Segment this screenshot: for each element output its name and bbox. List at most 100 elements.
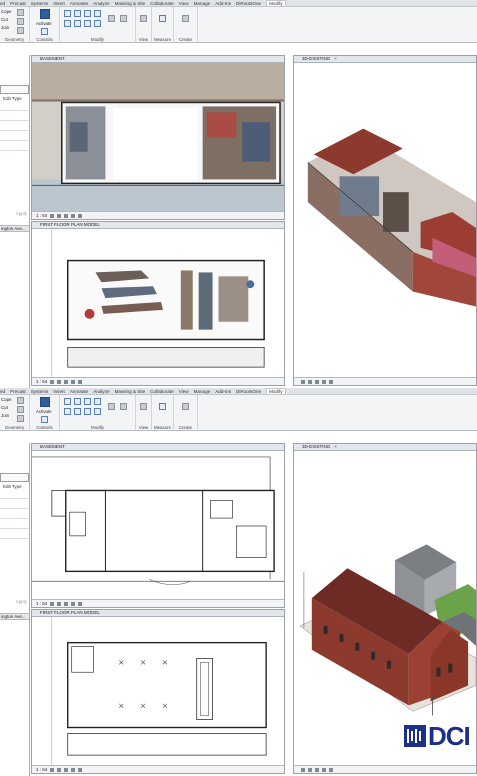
shadows-icon[interactable] [71,213,76,218]
tab-manage[interactable]: Manage [194,389,211,394]
view-scale[interactable]: 1 : 64 [36,601,47,606]
browser-item[interactable]: ington Ave... [0,613,29,620]
crop-view-icon[interactable] [78,379,83,384]
join-button[interactable]: Join [1,413,9,418]
tab-view[interactable]: View [179,389,189,394]
join-button[interactable]: Join [1,25,9,30]
tab-collaborate[interactable]: Collaborate [150,1,174,6]
move-arrows-icon[interactable] [41,28,48,35]
tab-dirootsone[interactable]: DiRootsOne [236,1,261,6]
pin-icon[interactable] [108,403,115,410]
view-basement[interactable]: BASEMENT 1 : 64 [31,443,285,608]
visual-style-icon[interactable] [301,767,305,772]
visual-style-icon[interactable] [57,213,62,218]
visual-style-icon[interactable] [57,379,62,384]
tab-view[interactable]: View [179,1,189,6]
tab-systems[interactable]: Systems [31,389,49,394]
tab-insert[interactable]: Insert [53,389,65,394]
tab-annotate[interactable]: Annotate [70,389,88,394]
tab-add-ins[interactable]: Add-Ins [215,1,231,6]
sun-path-icon[interactable] [64,767,69,772]
create-group-icon[interactable] [182,15,189,22]
view-first-floor[interactable]: FIRST FLOOR PLAN MODEL 1 : 64 [31,609,285,774]
detail-level-icon[interactable] [50,213,55,218]
view-tool-icon[interactable] [140,15,147,22]
tab-collaborate[interactable]: Collaborate [150,389,174,394]
view-scale[interactable]: 1 : 64 [36,379,47,384]
crop-view-icon[interactable] [329,379,333,384]
move-icon[interactable] [94,398,101,405]
activate-button[interactable]: Activate [36,409,52,414]
split-icon[interactable] [84,408,91,415]
apply-button[interactable]: Apply [16,599,27,604]
view-3d-existing[interactable]: 3D-EXISTING × [293,55,477,386]
align-icon[interactable] [64,398,71,405]
tab-precast[interactable]: Precast [10,389,26,394]
tab-modify[interactable]: Modify [266,0,286,6]
activate-icon[interactable] [40,397,50,407]
tab-annotate[interactable]: Annotate [70,1,88,6]
move-icon[interactable] [94,10,101,17]
type-selector[interactable] [0,473,29,482]
render-icon[interactable] [322,767,326,772]
mirror-icon[interactable] [84,10,91,17]
detail-level-icon[interactable] [50,379,55,384]
first-floor-model-canvas[interactable] [32,617,284,765]
detail-level-icon[interactable] [50,601,55,606]
shadows-icon[interactable] [71,601,76,606]
basement-point-cloud-canvas[interactable] [32,63,284,211]
array-icon[interactable] [94,408,101,415]
tab-precast[interactable]: Precast [10,1,26,6]
trim-icon[interactable] [74,408,81,415]
crop-view-icon[interactable] [78,213,83,218]
crop-view-icon[interactable] [78,601,83,606]
geometry-tool-icon[interactable] [17,415,24,422]
split-icon[interactable] [84,20,91,27]
edit-type-button[interactable]: Edit Type [3,96,22,101]
view-scale[interactable]: 1 : 64 [36,767,47,772]
activate-icon[interactable] [40,9,50,19]
cope-button[interactable]: Cope [1,9,12,14]
tab-add-ins[interactable]: Add-Ins [215,389,231,394]
close-icon[interactable]: × [334,56,337,61]
cope-button[interactable]: Cope [1,397,12,402]
offset-icon[interactable] [74,398,81,405]
align-icon[interactable] [64,10,71,17]
tab-structure[interactable]: ed [0,389,5,394]
visual-style-icon[interactable] [57,767,62,772]
delete-icon[interactable] [120,15,127,22]
view-basement[interactable]: BASEMENT 1 : 64 [31,55,285,220]
view-scale[interactable]: 1 : 64 [36,213,47,218]
tab-modify[interactable]: Modify [266,388,286,394]
tab-insert[interactable]: Insert [53,1,65,6]
basement-model-canvas[interactable] [32,451,284,599]
close-icon[interactable]: × [334,444,337,449]
browser-item[interactable]: ington Ave... [0,225,29,232]
sun-path-icon[interactable] [64,601,69,606]
cut-button[interactable]: Cut [1,405,8,410]
sun-path-icon[interactable] [64,379,69,384]
shadows-icon[interactable] [315,379,319,384]
shadows-icon[interactable] [71,379,76,384]
trim-icon[interactable] [74,20,81,27]
shadows-icon[interactable] [71,767,76,772]
geometry-tool-icon[interactable] [17,397,24,404]
apply-button[interactable]: Apply [16,211,27,216]
tab-analyze[interactable]: Analyze [93,1,109,6]
geometry-tool-icon[interactable] [17,406,24,413]
rotate-icon[interactable] [64,408,71,415]
sun-path-icon[interactable] [308,379,312,384]
tab-analyze[interactable]: Analyze [93,389,109,394]
render-icon[interactable] [322,379,326,384]
geometry-tool-icon[interactable] [17,9,24,16]
pin-icon[interactable] [108,15,115,22]
first-floor-point-cloud-canvas[interactable] [32,229,284,377]
tab-structure[interactable]: ed [0,1,5,6]
tab-manage[interactable]: Manage [194,1,211,6]
view-first-floor[interactable]: FIRST FLOOR PLAN MODEL 1 : 64 [31,221,285,386]
tab-systems[interactable]: Systems [31,1,49,6]
visual-style-icon[interactable] [301,379,305,384]
view-tool-icon[interactable] [140,403,147,410]
cut-button[interactable]: Cut [1,17,8,22]
shadows-icon[interactable] [315,767,319,772]
